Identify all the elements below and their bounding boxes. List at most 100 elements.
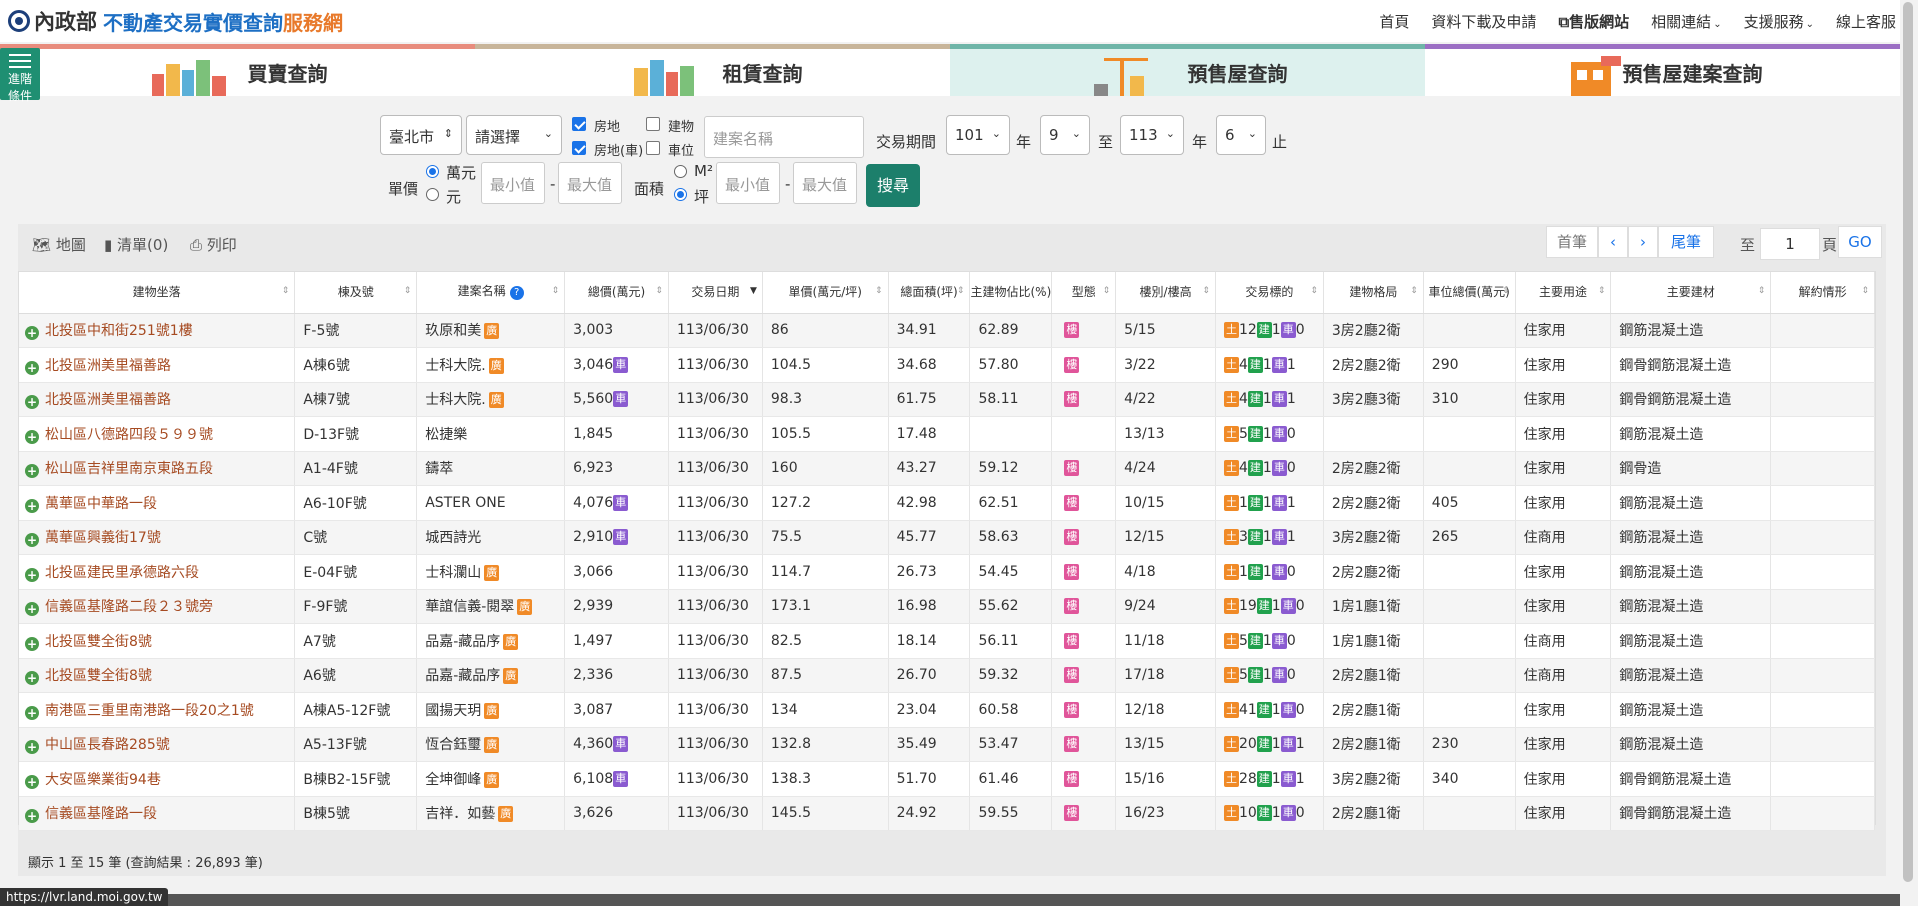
- expand-plus-icon[interactable]: +: [25, 567, 39, 582]
- table-row[interactable]: + 北投區中和街251號1樓 F-5號 玖原和美廣 3,003 113/06/30 86 34…: [19, 313, 1875, 348]
- expand-plus-icon[interactable]: +: [25, 774, 39, 789]
- month-to-select[interactable]: 6 ⌄: [1216, 115, 1266, 155]
- column-header[interactable]: 建物格局 ⇕: [1323, 272, 1424, 314]
- tab-presale-project[interactable]: 預售屋建案查詢: [1425, 44, 1900, 96]
- tab-sales[interactable]: 買賣查詢: [0, 44, 475, 96]
- column-header[interactable]: 型態 ⇕: [1051, 272, 1117, 314]
- column-header[interactable]: 總價(萬元) ⇕: [564, 272, 669, 314]
- table-row[interactable]: + 松山區吉祥里南京東路五段 A1-4F號 鑄萃 6,923 113/06/30 160 43…: [19, 451, 1875, 486]
- column-header[interactable]: 總面積(坪) ⇕: [888, 272, 971, 314]
- column-header[interactable]: 單價(萬元/坪) ⇕: [762, 272, 889, 314]
- table-row[interactable]: + 大安區樂業街94巷 B棟B2-15F號 全坤御峰廣 6,108 車 113/06/30 1…: [19, 761, 1875, 797]
- nav-download[interactable]: 資料下載及申請: [1431, 11, 1536, 32]
- city-select[interactable]: 臺北市 ⇕: [380, 115, 462, 155]
- table-row[interactable]: + 北投區洲美里福善路 A棟6號 士科大院. 廣 3,046 車 113/06/30 104.5…: [19, 347, 1875, 383]
- nav-related-links[interactable]: 相關連結 ⌄: [1651, 11, 1721, 32]
- sort-icon[interactable]: ⇕: [1310, 285, 1318, 298]
- column-header[interactable]: 車位總價(萬元) ⇕: [1423, 272, 1516, 314]
- nav-online-service[interactable]: 線上客服: [1836, 11, 1896, 32]
- nav-presale-site[interactable]: ⧉售版網站: [1558, 11, 1629, 32]
- column-header[interactable]: 建案名稱? ⇕: [416, 272, 566, 314]
- column-header[interactable]: 主建物佔比(%) ⇕: [969, 272, 1053, 314]
- column-header[interactable]: 交易標的 ⇕: [1215, 272, 1324, 314]
- radio-unit-yuan[interactable]: [426, 188, 439, 201]
- tab-rental[interactable]: 租賃查詢: [475, 44, 950, 96]
- sort-icon[interactable]: ⇕: [1202, 285, 1210, 298]
- column-header[interactable]: 解約情形 ⇕: [1770, 272, 1875, 314]
- tab-presale[interactable]: 預售屋查詢: [950, 44, 1425, 96]
- expand-plus-icon[interactable]: +: [25, 326, 39, 341]
- checkbox-parking[interactable]: [646, 141, 660, 155]
- sort-icon[interactable]: ⇕: [1502, 285, 1510, 298]
- first-page-button[interactable]: 首筆: [1546, 226, 1598, 258]
- expand-plus-icon[interactable]: +: [25, 464, 39, 479]
- month-from-select[interactable]: 9 ⌄: [1040, 115, 1090, 155]
- address-link[interactable]: 松山區吉祥里南京東路五段: [45, 461, 213, 477]
- project-name-input[interactable]: 建案名稱: [704, 116, 864, 158]
- sort-icon[interactable]: ⇕: [1410, 285, 1418, 298]
- address-link[interactable]: 大安區樂業街94巷: [45, 772, 161, 788]
- table-row[interactable]: + 北投區建民里承德路六段 E-04F號 士科瀾山廣 3,066 113/06/30 114…: [19, 554, 1875, 590]
- nav-support[interactable]: 支援服務 ⌄: [1744, 11, 1814, 32]
- table-row[interactable]: + 萬華區興義街17號 C號 城西詩光 2,910 車 113/06/30 75.5 45.77…: [19, 520, 1875, 555]
- address-link[interactable]: 信義區基隆路二段２３號旁: [45, 599, 213, 615]
- expand-plus-icon[interactable]: +: [25, 498, 39, 513]
- expand-plus-icon[interactable]: +: [25, 740, 39, 755]
- page-input[interactable]: 1: [1760, 228, 1820, 260]
- sort-icon[interactable]: ⇕: [1103, 285, 1111, 298]
- site-logo[interactable]: 內政部 不動產交易實價查詢 服務網: [8, 6, 343, 36]
- radio-area-m2[interactable]: [674, 165, 687, 178]
- table-row[interactable]: + 北投區洲美里福善路 A棟7號 士科大院. 廣 5,560 車 113/06/30 98.3 6…: [19, 382, 1875, 417]
- address-link[interactable]: 北投區中和街251號1樓: [45, 323, 193, 339]
- checkbox-land-car[interactable]: [572, 141, 586, 155]
- table-row[interactable]: + 中山區長春路285號 A5-13F號 恆合鈺璽廣 4,360 車 113/06/30 13…: [19, 727, 1875, 762]
- year-from-select[interactable]: 101 ⌄: [946, 115, 1010, 155]
- year-to-select[interactable]: 113 ⌄: [1120, 115, 1184, 155]
- address-link[interactable]: 北投區洲美里福善路: [45, 392, 171, 408]
- map-button[interactable]: 🗺 地圖: [32, 234, 86, 255]
- address-link[interactable]: 北投區雙全街8號: [45, 634, 152, 650]
- expand-plus-icon[interactable]: +: [25, 809, 39, 824]
- sort-icon[interactable]: ⇕: [1758, 285, 1766, 298]
- last-page-button[interactable]: 尾筆: [1658, 226, 1714, 258]
- address-link[interactable]: 松山區八德路四段５９９號: [45, 427, 213, 443]
- address-link[interactable]: 萬華區中華路一段: [45, 496, 157, 512]
- column-header[interactable]: 樓別/樓高 ⇕: [1115, 272, 1216, 314]
- list-button[interactable]: ▮ 清單(0): [104, 234, 168, 255]
- prev-page-button[interactable]: ‹: [1598, 226, 1628, 258]
- nav-home[interactable]: 首頁: [1379, 11, 1409, 32]
- advanced-filter-button[interactable]: 進階 條件: [0, 48, 40, 103]
- column-header[interactable]: 建物坐落 ⇕: [19, 272, 296, 314]
- address-link[interactable]: 萬華區興義街17號: [45, 530, 161, 546]
- radio-unit-wan[interactable]: [426, 165, 439, 178]
- search-button[interactable]: 搜尋: [866, 164, 920, 207]
- address-link[interactable]: 北投區洲美里福善路: [45, 358, 171, 374]
- print-button[interactable]: ⎙ 列印: [190, 234, 237, 255]
- table-row[interactable]: + 松山區八德路四段５９９號 D-13F號 松捷樂 1,845 113/06/30 105.…: [19, 416, 1875, 452]
- column-header[interactable]: 交易日期 ▼: [668, 272, 763, 314]
- address-link[interactable]: 北投區建民里承德路六段: [45, 565, 199, 581]
- column-header[interactable]: 主要建材 ⇕: [1610, 272, 1772, 314]
- sort-icon[interactable]: ⇕: [1039, 285, 1047, 298]
- address-link[interactable]: 中山區長春路285號: [45, 737, 170, 753]
- sort-icon[interactable]: ⇕: [552, 285, 560, 298]
- checkbox-building[interactable]: [646, 117, 660, 131]
- next-page-button[interactable]: ›: [1628, 226, 1658, 258]
- sort-icon[interactable]: ⇕: [404, 285, 412, 298]
- table-row[interactable]: + 信義區基隆路二段２３號旁 F-9F號 華誼信義-閱翠廣 2,939 113/06/30…: [19, 589, 1875, 624]
- district-select[interactable]: 請選擇 ⌄: [466, 115, 562, 155]
- sort-icon[interactable]: ⇕: [875, 285, 883, 298]
- expand-plus-icon[interactable]: +: [25, 395, 39, 410]
- expand-plus-icon[interactable]: +: [25, 671, 39, 686]
- expand-plus-icon[interactable]: +: [25, 602, 39, 617]
- sort-icon[interactable]: ⇕: [282, 285, 290, 298]
- expand-plus-icon[interactable]: +: [25, 360, 39, 375]
- price-min-input[interactable]: 最小值: [481, 162, 545, 204]
- sort-icon[interactable]: ⇕: [655, 285, 663, 298]
- sort-icon[interactable]: ▼: [750, 285, 757, 298]
- radio-area-ping[interactable]: [674, 188, 687, 201]
- table-row[interactable]: + 信義區基隆路一段 B棟5號 吉祥．如藝廣 3,626 113/06/30 145.5 24…: [19, 796, 1875, 831]
- scrollbar-thumb[interactable]: [1903, 2, 1913, 882]
- sort-icon[interactable]: ⇕: [1598, 285, 1606, 298]
- table-row[interactable]: + 萬華區中華路一段 A6-10F號 ASTER ONE 4,076 車 113/06/30…: [19, 485, 1875, 521]
